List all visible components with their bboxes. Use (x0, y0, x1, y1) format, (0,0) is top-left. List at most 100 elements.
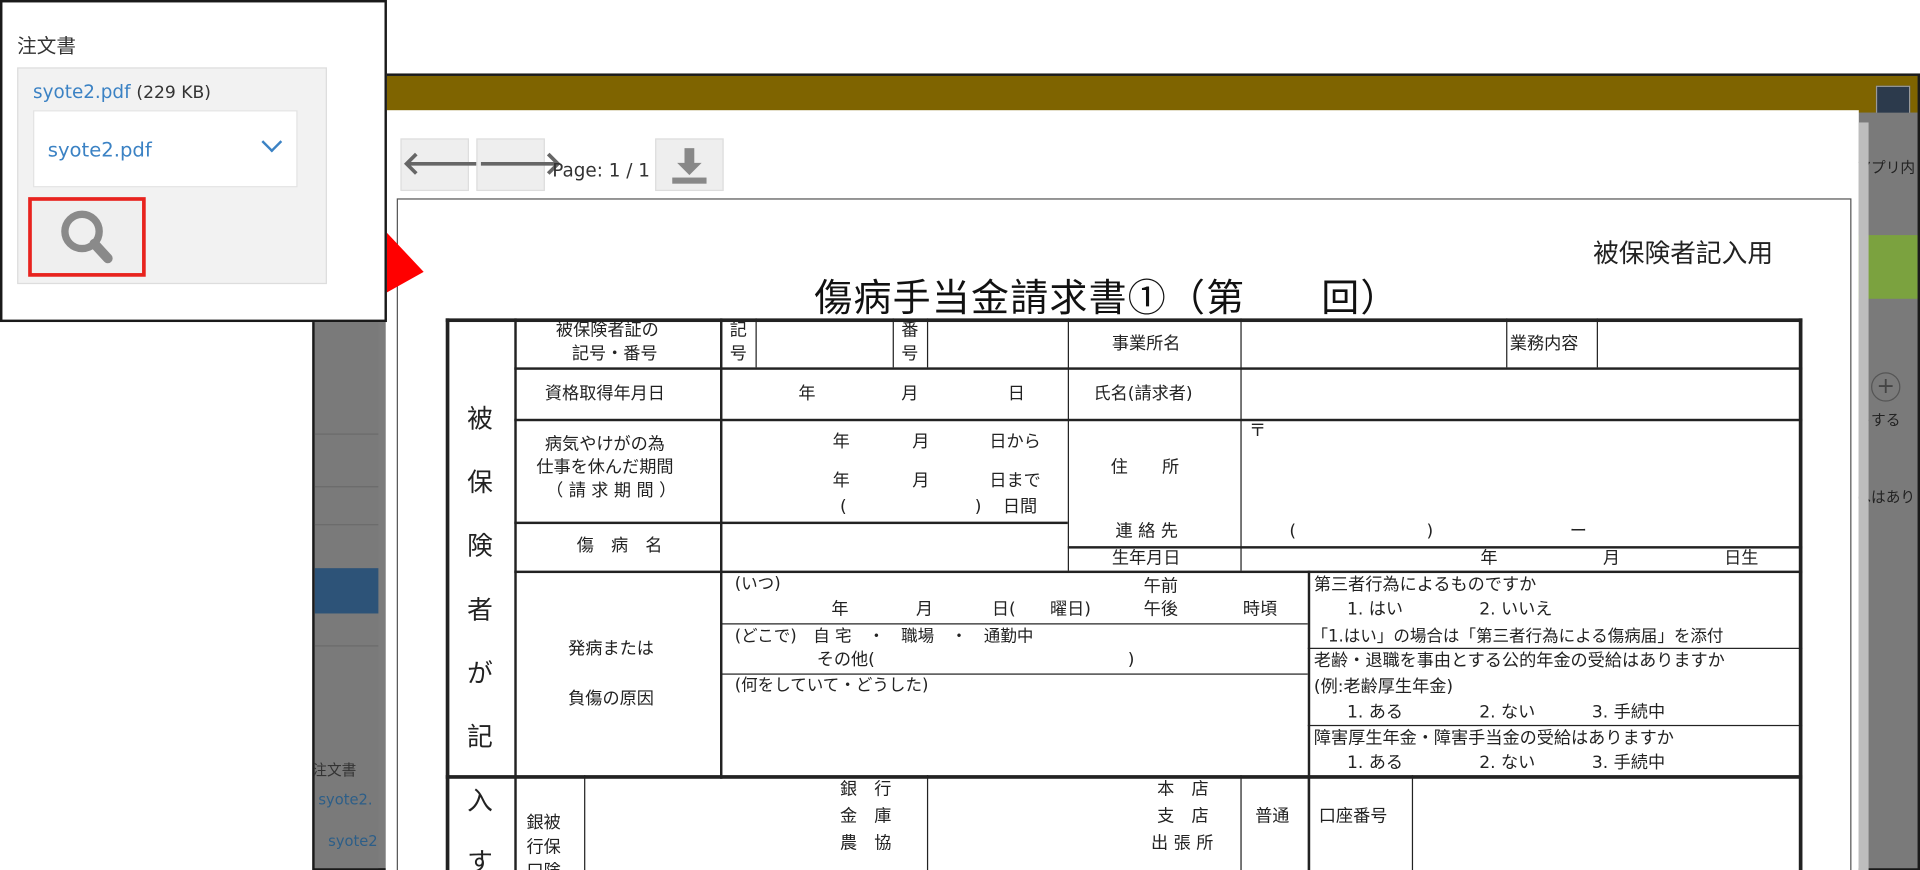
table-rule (445, 318, 450, 870)
download-button[interactable] (655, 138, 724, 192)
table-rule (720, 318, 723, 779)
form-label: 月 (901, 384, 919, 405)
form-label: その他( (816, 650, 875, 670)
form-label: 出 張 所 (1151, 833, 1214, 854)
form-label: ( (1289, 521, 1297, 542)
form-label: 者 (467, 595, 493, 625)
app-header-bar (314, 75, 1918, 113)
form-label: 午後 (1143, 600, 1178, 620)
table-rule (1067, 318, 1069, 571)
form-label: (何をしていて・どうした) (734, 675, 929, 696)
form-label: 農 協 (840, 833, 892, 854)
file-select[interactable]: syote2.pdf (33, 110, 298, 188)
form-label: 時頃 (1242, 600, 1278, 620)
form-label: (例:老齢厚生年金) (1313, 677, 1454, 697)
form-label: 3. 手続中 (1591, 702, 1666, 723)
next-page-button[interactable]: 🡒 (476, 138, 563, 192)
form-label: が (467, 658, 493, 689)
form-label: 仕事を休んだ期間 (536, 457, 674, 478)
form-label: ) (1127, 650, 1135, 670)
form-label: 月 (1602, 548, 1621, 569)
form-label: 年 (1480, 548, 1498, 569)
form-label: 発病または (568, 639, 654, 659)
form-label: 資格取得年月日 (544, 384, 665, 405)
form-label: 生年月日 (1111, 548, 1181, 569)
form-label: 普通 (1255, 806, 1290, 827)
form-label: 銀 行 (840, 780, 892, 800)
prev-page-button[interactable]: 🡐 (400, 138, 487, 192)
form-label: 2. ない (1479, 702, 1536, 723)
file-link[interactable]: syote2.pdf (229 KB) (33, 81, 211, 103)
form-label: 口座番号 (1318, 806, 1388, 827)
form-label: (いつ) (734, 574, 781, 594)
form-label: 月 (915, 600, 934, 620)
form-label: 険 (467, 531, 493, 561)
table-rule (755, 318, 757, 368)
form-label: 第三者行為によるものですか (1313, 575, 1537, 596)
form-label: （ 請 求 期 間 ） (546, 481, 677, 501)
page-indicator: Page: 1 / 1 (552, 159, 650, 182)
arrow-right-icon: 🡒 (477, 145, 563, 183)
sidebar-divider (314, 486, 379, 488)
form-label: 番 (901, 320, 919, 341)
form-label: 入 (467, 786, 493, 816)
form-label: 1. ある (1346, 753, 1404, 773)
table-rule (720, 673, 1308, 675)
form-label: 支 店 (1157, 806, 1209, 827)
form-label: 事業所名 (1111, 334, 1181, 354)
file-size: (229 KB) (136, 83, 211, 103)
download-icon (672, 148, 707, 184)
form-label: 月 (912, 432, 930, 452)
form-label: 口険 (527, 862, 561, 870)
form-label: 被 (467, 404, 493, 434)
table-rule (1798, 318, 1803, 870)
table-rule (926, 318, 929, 368)
form-label: 日生 (1724, 548, 1759, 569)
form-label: 記 (467, 722, 493, 752)
form-label: 金 庫 (840, 806, 892, 827)
table-rule (1307, 647, 1803, 649)
form-label: 本 店 (1157, 780, 1209, 800)
arrow-left-icon: 🡐 (401, 145, 488, 183)
sidebar-divider (314, 433, 379, 435)
sidebar-divider (314, 645, 379, 647)
pdf-viewer: 🡐 🡒 Page: 1 / 1 被保険者記入用 傷病手当金請求書①（第 回） 被… (385, 110, 1869, 870)
table-rule (720, 623, 1308, 625)
form-label: ー (1569, 521, 1587, 542)
table-rule (1240, 775, 1242, 870)
form-label: 記 (729, 320, 747, 341)
sidebar-file-link[interactable]: syote2. (318, 791, 372, 808)
form-label: 住 所 (1110, 457, 1180, 478)
form-label: ) (1426, 521, 1434, 542)
form-label: 日まで (989, 471, 1041, 492)
form-label: 銀被 (526, 813, 561, 833)
form-label: 日( 曜日) (991, 600, 1091, 620)
table-rule (514, 570, 1803, 574)
sidebar-divider (314, 524, 379, 526)
form-label: 〒 (1248, 421, 1267, 441)
form-label: 「1.はい」の場合は「第三者行為による傷病届」を添付 (1311, 626, 1724, 647)
form-label: す (467, 847, 493, 870)
form-label: ( (840, 497, 847, 517)
table-rule (1411, 775, 1414, 870)
table-rule (514, 318, 517, 870)
sidebar-selected-item[interactable] (314, 568, 379, 614)
form-label: 負傷の原因 (568, 689, 654, 709)
table-rule (1506, 318, 1508, 368)
form-label: (どこで) 自 宅 ・ 職場 ・ 通勤中 (734, 626, 1034, 647)
form-label: 1. はい (1346, 600, 1404, 620)
chevron-down-icon (261, 131, 283, 153)
add-icon[interactable]: + (1871, 372, 1901, 402)
form-label: 日間 (1002, 497, 1038, 517)
search-icon (61, 210, 113, 264)
form-label: 午前 (1143, 576, 1178, 597)
form-label: 日 (1007, 384, 1025, 405)
form-label: ) (974, 497, 982, 517)
form-label: 月 (912, 471, 930, 492)
form-label: 号 (901, 344, 919, 364)
form-label: 年 (831, 600, 849, 620)
search-button[interactable] (28, 197, 146, 277)
viewer-scrollbar[interactable] (1858, 122, 1869, 870)
table-rule (926, 775, 929, 870)
sidebar-file-select[interactable]: syote2 (328, 833, 377, 850)
